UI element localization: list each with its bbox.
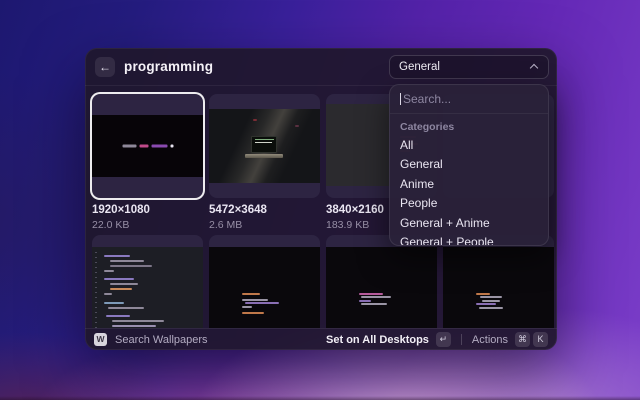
wallpaper-card-terminal[interactable]: 1920×1080 22.0 KB [92, 94, 203, 231]
actions-button[interactable]: Actions [472, 334, 508, 346]
category-option-people[interactable]: People [390, 194, 548, 214]
wallpaper-thumbnail-selected [92, 94, 203, 198]
wallpaper-thumbnail [326, 235, 437, 328]
laptop-photo-image [209, 109, 320, 183]
wallpaper-meta: 5472×3648 2.6 MB [209, 198, 320, 231]
primary-action-button[interactable]: Set on All Desktops [326, 334, 429, 346]
wallpaper-search-window: ← programming General [85, 48, 557, 350]
back-button[interactable]: ← [95, 57, 115, 77]
app-name-label: Search Wallpapers [115, 334, 208, 346]
category-dropdown-trigger[interactable]: General [389, 55, 549, 79]
wallpaper-resolution: 5472×3648 [209, 204, 320, 217]
wallpaper-filesize: 22.0 KB [92, 219, 203, 231]
wallpaper-thumbnail [209, 94, 320, 198]
category-search-placeholder: Search... [403, 92, 451, 106]
category-option-anime[interactable]: Anime [390, 174, 548, 194]
code-editor-image [92, 247, 203, 328]
search-query-input[interactable]: programming [124, 59, 213, 74]
desktop-background: ← programming General [0, 0, 640, 400]
wallpaper-card-editor[interactable] [92, 235, 203, 328]
window-footer: W Search Wallpapers Set on All Desktops … [85, 328, 557, 350]
category-option-general-anime[interactable]: General + Anime [390, 213, 548, 233]
return-key-icon: ↵ [436, 332, 451, 347]
footer-actions-area: Set on All Desktops ↵ Actions ⌘ K [326, 332, 548, 347]
wallpaper-thumbnail [209, 235, 320, 328]
terminal-wallpaper-image [92, 115, 203, 177]
wallpaper-filesize: 2.6 MB [209, 219, 320, 231]
wallpaper-thumbnail [92, 235, 203, 328]
wallpapers-app-icon: W [94, 333, 107, 346]
category-dropdown-value: General [399, 61, 440, 73]
wallpaper-card-snippet-1[interactable] [209, 235, 320, 328]
wallpaper-resolution: 1920×1080 [92, 204, 203, 217]
category-option-general-people[interactable]: General + People [390, 233, 548, 247]
dark-snippet-image [443, 247, 554, 328]
category-search-input[interactable]: Search... [390, 85, 548, 114]
categories-section-label: Categories [390, 114, 548, 135]
actions-shortcut: ⌘ K [515, 332, 548, 347]
dark-snippet-image [326, 247, 437, 328]
category-option-all[interactable]: All [390, 135, 548, 155]
dark-snippet-image [209, 247, 320, 328]
wallpaper-card-snippet-2[interactable] [326, 235, 437, 328]
wallpaper-card-laptop[interactable]: 5472×3648 2.6 MB [209, 94, 320, 231]
command-key-icon: ⌘ [515, 332, 530, 347]
wallpaper-thumbnail [443, 235, 554, 328]
chevron-up-icon [531, 63, 539, 71]
category-dropdown-panel: Search... Categories All General Anime P… [389, 84, 549, 246]
k-key-icon: K [533, 332, 548, 347]
wallpaper-card-snippet-3[interactable] [443, 235, 554, 328]
wallpaper-meta: 1920×1080 22.0 KB [92, 198, 203, 231]
text-caret [400, 93, 401, 105]
category-option-general[interactable]: General [390, 155, 548, 175]
footer-divider [461, 334, 462, 345]
